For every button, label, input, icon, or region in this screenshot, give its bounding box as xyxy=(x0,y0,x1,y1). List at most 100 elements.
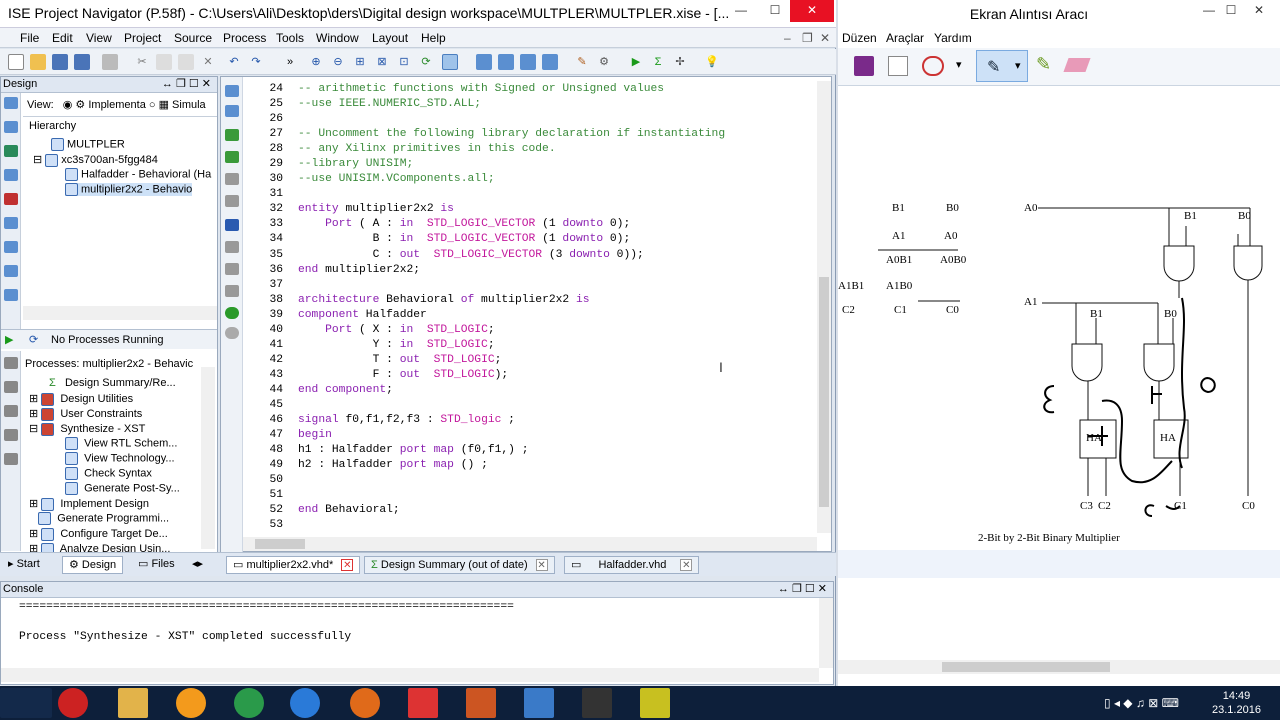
process-item[interactable]: Generate Post-Sy... xyxy=(65,482,180,495)
close-tab-icon[interactable]: ✕ xyxy=(341,559,354,571)
doc-tab-summary[interactable]: Σ Design Summary (out of date) ✕ xyxy=(364,556,555,574)
code-line[interactable]: end component; xyxy=(298,383,725,398)
code-line[interactable]: C : out STD_LOGIC_VECTOR (3 downto 0)); xyxy=(298,248,725,263)
tab-files[interactable]: ▭ Files xyxy=(132,556,181,574)
probe-icon[interactable]: ✢ xyxy=(672,54,688,70)
code-line[interactable]: h2 : Halfadder port map () ; xyxy=(298,458,725,473)
panel-view-icon[interactable] xyxy=(542,54,558,70)
mdi-minimize-button[interactable]: – xyxy=(784,31,791,45)
menu-file[interactable]: File xyxy=(20,31,39,45)
console-output[interactable]: ========================================… xyxy=(19,600,514,645)
undo-icon[interactable]: ↶ xyxy=(226,54,242,70)
process-item[interactable]: View RTL Schem... xyxy=(65,437,177,450)
sum-icon[interactable]: Σ xyxy=(650,54,666,70)
code-line[interactable]: B : in STD_LOGIC_VECTOR (1 downto 0); xyxy=(298,232,725,247)
nav-back-icon[interactable] xyxy=(225,327,239,339)
snipping-tool-icon[interactable] xyxy=(408,688,438,718)
code-line[interactable]: entity multiplier2x2 is xyxy=(298,202,725,217)
pen-tool-button[interactable]: ✎ ▾ xyxy=(976,50,1028,82)
editor-vscroll-thumb[interactable] xyxy=(819,277,829,507)
cut-icon[interactable]: ✂ xyxy=(134,54,150,70)
tab-design[interactable]: ⚙ Design xyxy=(62,556,124,574)
snip-maximize-button[interactable]: ☐ xyxy=(1216,0,1246,22)
process-item[interactable]: ⊞ User Constraints xyxy=(29,407,142,421)
clock[interactable]: 14:49 23.1.2016 xyxy=(1212,689,1261,717)
maximize-button[interactable]: ☐ xyxy=(760,0,790,22)
doc-tab-multiplier[interactable]: ▭ multiplier2x2.vhd* ✕ xyxy=(226,556,361,574)
panel-split-icon[interactable] xyxy=(498,54,514,70)
print-icon[interactable] xyxy=(102,54,118,70)
strip-icon-12[interactable] xyxy=(4,405,18,417)
dropdown-arrow-icon[interactable]: ▾ xyxy=(956,58,962,71)
panel-layout-icon[interactable] xyxy=(476,54,492,70)
code-line[interactable]: --use UNISIM.VComponents.all; xyxy=(298,172,725,187)
mdi-close-button[interactable]: ✕ xyxy=(820,31,830,45)
code-line[interactable]: begin xyxy=(298,428,725,443)
nav-forward-icon[interactable] xyxy=(225,307,239,319)
zoom-out-icon[interactable]: ⊖ xyxy=(330,54,346,70)
snip-hscroll[interactable] xyxy=(838,660,1280,674)
code-line[interactable] xyxy=(298,112,725,127)
code-line[interactable]: Y : in STD_LOGIC; xyxy=(298,338,725,353)
strip-icon-10[interactable] xyxy=(4,357,18,369)
strip-icon-9[interactable] xyxy=(4,289,18,301)
menu-tools[interactable]: Tools xyxy=(276,31,304,45)
tree-item-halfadder[interactable]: Halfadder - Behavioral (Ha xyxy=(65,168,211,181)
power-icon[interactable] xyxy=(58,688,88,718)
menu-source[interactable]: Source xyxy=(174,31,212,45)
copy-icon[interactable] xyxy=(156,54,172,70)
chrome-icon[interactable] xyxy=(234,688,264,718)
app-icon[interactable] xyxy=(466,688,496,718)
tab-nav-arrows[interactable]: ◂▸ xyxy=(186,556,210,574)
save-icon[interactable] xyxy=(52,54,68,70)
refresh-process-icon[interactable]: ⟳ xyxy=(29,333,38,346)
strip-icon[interactable] xyxy=(225,285,239,297)
strip-icon-7[interactable] xyxy=(4,241,18,253)
process-item[interactable]: ⊞ Configure Target De... xyxy=(29,527,168,541)
strip-icon-6[interactable] xyxy=(4,217,18,229)
close-button[interactable]: ✕ xyxy=(790,0,834,22)
process-item[interactable]: Generate Programmi... xyxy=(29,512,169,525)
process-item[interactable]: Σ Design Summary/Re... xyxy=(49,377,176,389)
tree-item-device[interactable]: ⊟ xc3s700an-5fgg484 xyxy=(33,153,158,167)
wrench-icon[interactable]: ✎ xyxy=(574,54,590,70)
strip-icon-1[interactable] xyxy=(4,97,18,109)
menu-help[interactable]: Help xyxy=(421,31,446,45)
more-icon[interactable]: » xyxy=(282,54,298,70)
code-text[interactable]: -- arithmetic functions with Signed or U… xyxy=(298,82,725,533)
code-line[interactable]: h1 : Halfadder port map (f0,f1,) ; xyxy=(298,443,725,458)
zoom-in-icon[interactable]: ⊕ xyxy=(308,54,324,70)
strip-icon[interactable] xyxy=(225,241,239,253)
xilinx-icon[interactable] xyxy=(640,688,670,718)
strip-icon[interactable] xyxy=(225,263,239,275)
strip-icon[interactable] xyxy=(225,195,239,207)
save-all-icon[interactable] xyxy=(74,54,90,70)
code-line[interactable] xyxy=(298,473,725,488)
process-item[interactable]: ⊞ Design Utilities xyxy=(29,392,133,406)
code-line[interactable]: end Behavioral; xyxy=(298,503,725,518)
doc-tab-halfadder[interactable]: ▭ Halfadder.vhd ✕ xyxy=(564,556,700,574)
process-item[interactable]: ⊞ Analyze Design Usin... xyxy=(29,542,170,552)
mdi-restore-button[interactable]: ❐ xyxy=(802,31,813,45)
code-line[interactable] xyxy=(298,278,725,293)
view-sim-radio[interactable]: ○ ▦ Simula xyxy=(149,99,206,111)
code-line[interactable]: -- any Xilinx primitives in this code. xyxy=(298,142,725,157)
strip-icon-8[interactable] xyxy=(4,265,18,277)
code-line[interactable] xyxy=(298,488,725,503)
strip-icon[interactable] xyxy=(225,85,239,97)
menu-process[interactable]: Process xyxy=(223,31,266,45)
copy-snip-icon[interactable] xyxy=(888,56,908,76)
process-vscroll[interactable] xyxy=(201,367,215,549)
code-editor[interactable]: 24 25 26 27 28 29 30 31 32 33 34 35 36 37 38 39 40 41 42 43… xyxy=(220,76,832,553)
hierarchy-hscroll[interactable] xyxy=(23,306,217,320)
new-file-icon[interactable] xyxy=(8,54,24,70)
process-item[interactable]: Check Syntax xyxy=(65,467,152,480)
code-line[interactable] xyxy=(298,518,725,533)
window-app-icon[interactable] xyxy=(524,688,554,718)
menu-view[interactable]: View xyxy=(86,31,112,45)
run-process-icon[interactable]: ▶ xyxy=(5,333,13,346)
code-line[interactable]: F : out STD_LOGIC); xyxy=(298,368,725,383)
code-line[interactable]: T : out STD_LOGIC; xyxy=(298,353,725,368)
code-line[interactable]: Port ( X : in STD_LOGIC; xyxy=(298,323,725,338)
open-folder-icon[interactable] xyxy=(30,54,46,70)
